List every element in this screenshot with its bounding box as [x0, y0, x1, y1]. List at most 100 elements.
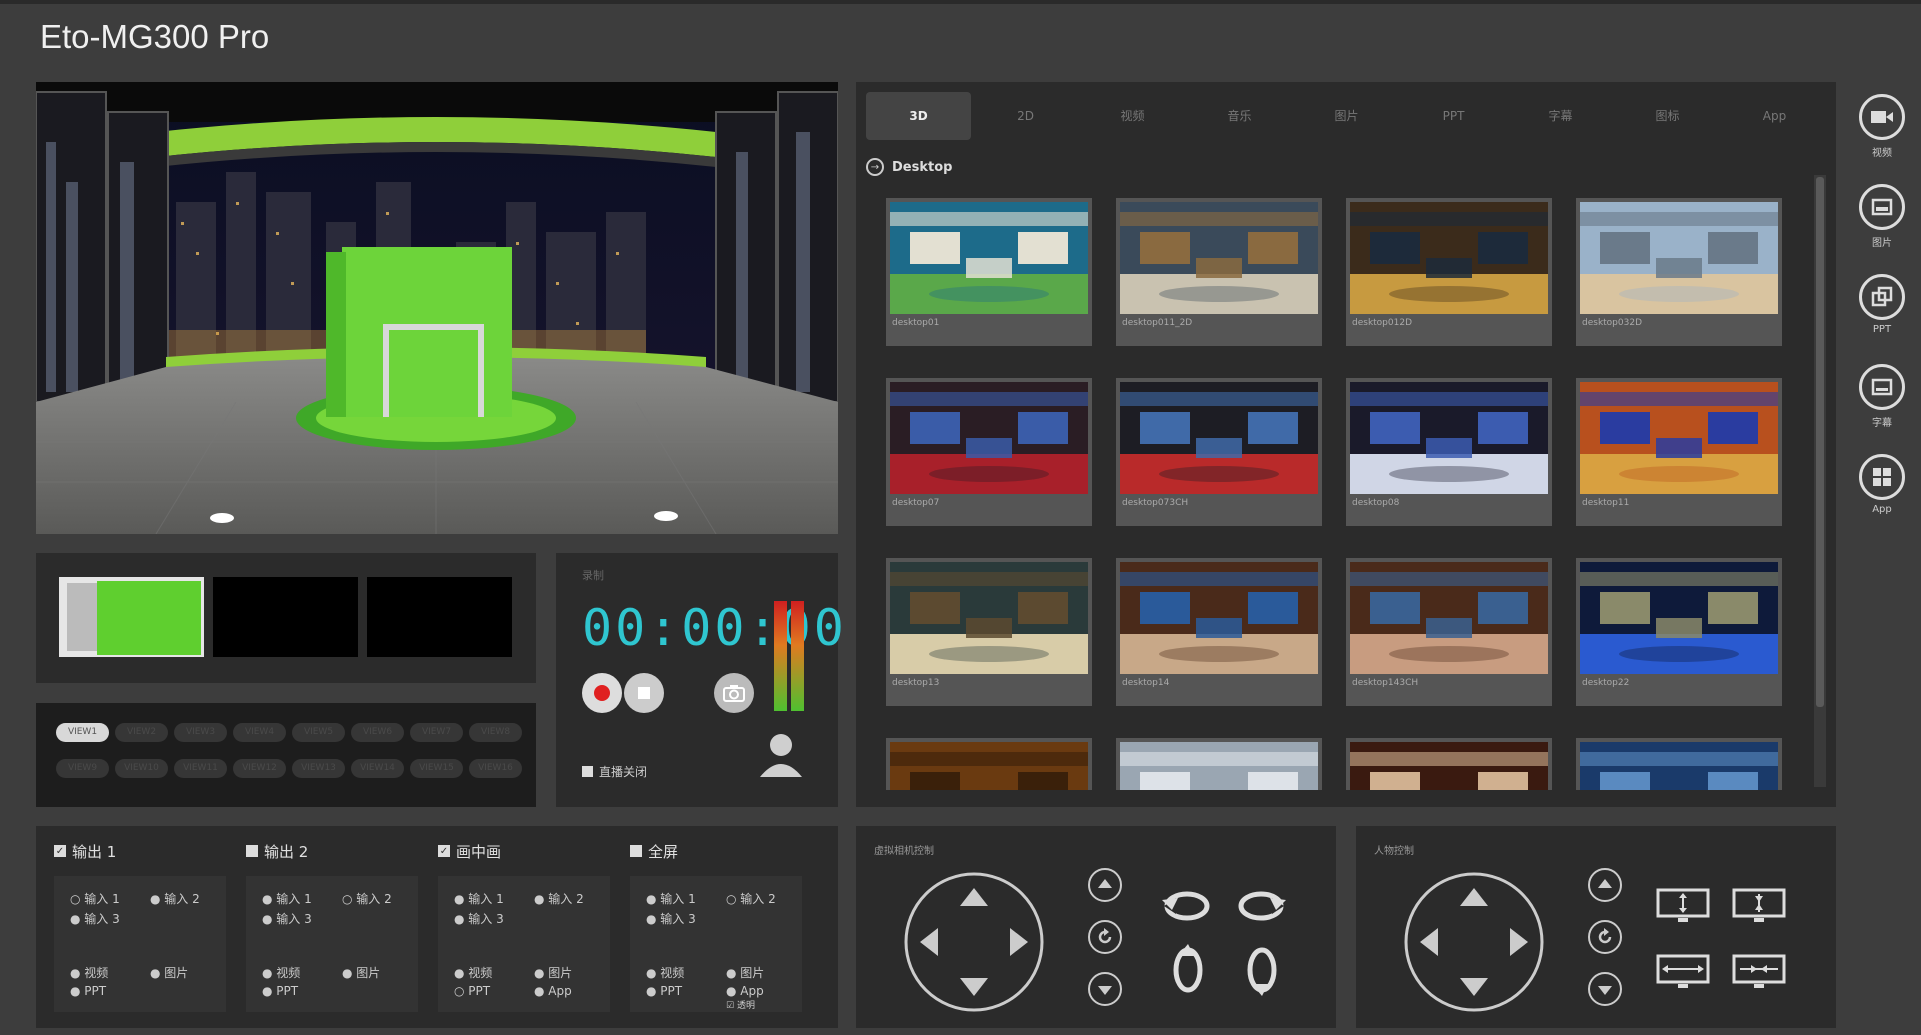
scene-card[interactable]: [886, 738, 1092, 790]
scene-card[interactable]: desktop14: [1116, 558, 1322, 706]
source-radio[interactable]: ● 图片: [726, 964, 764, 981]
tab-6[interactable]: 字幕: [1508, 92, 1613, 140]
person-reset-button[interactable]: [1588, 920, 1622, 954]
scene-card[interactable]: desktop22: [1576, 558, 1782, 706]
input-1-thumbnail[interactable]: [59, 577, 204, 657]
live-checkbox[interactable]: [582, 766, 593, 777]
input-3-thumbnail[interactable]: [367, 577, 512, 657]
scene-card[interactable]: desktop012D: [1346, 198, 1552, 346]
transparent-checkbox[interactable]: ☑ 透明: [726, 998, 755, 1011]
person-scale-down-button[interactable]: [1588, 972, 1622, 1006]
person-direction-pad[interactable]: [1402, 870, 1546, 1014]
source-radio[interactable]: ● 图片: [534, 964, 572, 981]
input-radio[interactable]: ● 输入 1: [262, 890, 312, 907]
sidebar-button-图片[interactable]: 图片: [1852, 184, 1912, 249]
view-preset-button[interactable]: VIEW3: [174, 723, 227, 742]
source-radio[interactable]: ● 视频: [646, 964, 684, 981]
sidebar-button-PPT[interactable]: PPT: [1852, 274, 1912, 335]
scene-card[interactable]: [1116, 738, 1322, 790]
view-preset-button[interactable]: VIEW8: [469, 723, 522, 742]
scene-card[interactable]: desktop11: [1576, 378, 1782, 526]
move-down-arrow-icon[interactable]: [1460, 978, 1488, 996]
view-preset-button[interactable]: VIEW10: [115, 759, 168, 778]
snapshot-button[interactable]: [714, 673, 754, 713]
source-radio[interactable]: ● App: [534, 984, 572, 998]
move-up-arrow-icon[interactable]: [1460, 888, 1488, 906]
source-radio[interactable]: ● 视频: [262, 964, 300, 981]
source-radio[interactable]: ● App: [726, 984, 764, 998]
scene-card[interactable]: desktop01: [886, 198, 1092, 346]
source-radio[interactable]: ○ PPT: [454, 984, 490, 998]
tab-8[interactable]: App: [1722, 92, 1827, 140]
record-button[interactable]: [582, 673, 622, 713]
scene-card[interactable]: desktop08: [1346, 378, 1552, 526]
input-radio[interactable]: ● 输入 2: [150, 890, 200, 907]
sidebar-button-字幕[interactable]: 字幕: [1852, 364, 1912, 429]
pan-left-arrow-icon[interactable]: [920, 928, 938, 956]
input-radio[interactable]: ● 输入 3: [454, 910, 504, 927]
source-radio[interactable]: ● PPT: [70, 984, 106, 998]
tilt-up-icon[interactable]: [1168, 944, 1208, 996]
tab-2[interactable]: 视频: [1080, 92, 1185, 140]
breadcrumb[interactable]: → Desktop: [866, 158, 952, 176]
pan-right-arrow-icon[interactable]: [1010, 928, 1028, 956]
input-radio[interactable]: ○ 输入 2: [726, 890, 776, 907]
tilt-down-icon[interactable]: [1242, 944, 1282, 996]
shrink-horizontal-monitor-icon[interactable]: [1732, 954, 1786, 990]
tab-7[interactable]: 图标: [1615, 92, 1720, 140]
input-radio[interactable]: ○ 输入 2: [342, 890, 392, 907]
view-preset-button[interactable]: VIEW4: [233, 723, 286, 742]
input-radio[interactable]: ○ 输入 1: [70, 890, 120, 907]
zoom-out-button[interactable]: [1088, 972, 1122, 1006]
view-preset-button[interactable]: VIEW16: [469, 759, 522, 778]
output-checkbox[interactable]: ✓: [54, 845, 66, 857]
tab-0[interactable]: 3D: [866, 92, 971, 140]
view-preset-button[interactable]: VIEW5: [292, 723, 345, 742]
scene-card[interactable]: desktop011_2D: [1116, 198, 1322, 346]
camera-reset-button[interactable]: [1088, 920, 1122, 954]
view-preset-button[interactable]: VIEW6: [351, 723, 404, 742]
move-right-arrow-icon[interactable]: [1510, 928, 1528, 956]
scene-card[interactable]: desktop143CH: [1346, 558, 1552, 706]
source-radio[interactable]: ● 视频: [454, 964, 492, 981]
shrink-vertical-monitor-icon[interactable]: [1732, 888, 1786, 924]
stretch-vertical-monitor-icon[interactable]: [1656, 888, 1710, 924]
output-checkbox[interactable]: [246, 845, 258, 857]
source-radio[interactable]: ● PPT: [262, 984, 298, 998]
pan-down-arrow-icon[interactable]: [960, 978, 988, 996]
tab-4[interactable]: 图片: [1294, 92, 1399, 140]
zoom-in-button[interactable]: [1088, 868, 1122, 902]
input-radio[interactable]: ● 输入 1: [454, 890, 504, 907]
camera-direction-pad[interactable]: [902, 870, 1046, 1014]
tab-3[interactable]: 音乐: [1187, 92, 1292, 140]
input-radio[interactable]: ● 输入 2: [534, 890, 584, 907]
library-scrollbar[interactable]: [1814, 175, 1826, 787]
scene-card[interactable]: desktop073CH: [1116, 378, 1322, 526]
live-toggle[interactable]: 直播关闭: [582, 763, 647, 780]
person-scale-up-button[interactable]: [1588, 868, 1622, 902]
stretch-horizontal-monitor-icon[interactable]: [1656, 954, 1710, 990]
sidebar-button-视频[interactable]: 视频: [1852, 94, 1912, 159]
input-radio[interactable]: ● 输入 3: [70, 910, 120, 927]
output-checkbox[interactable]: ✓: [438, 845, 450, 857]
source-radio[interactable]: ● 视频: [70, 964, 108, 981]
view-preset-button[interactable]: VIEW7: [410, 723, 463, 742]
view-preset-button[interactable]: VIEW9: [56, 759, 109, 778]
view-preset-button[interactable]: VIEW14: [351, 759, 404, 778]
rotate-left-icon[interactable]: [1162, 886, 1212, 926]
view-preset-button[interactable]: VIEW13: [292, 759, 345, 778]
source-radio[interactable]: ● 图片: [342, 964, 380, 981]
view-preset-button[interactable]: VIEW2: [115, 723, 168, 742]
scene-card[interactable]: [1576, 738, 1782, 790]
tab-1[interactable]: 2D: [973, 92, 1078, 140]
view-preset-button[interactable]: VIEW1: [56, 723, 109, 742]
scene-card[interactable]: desktop13: [886, 558, 1092, 706]
input-radio[interactable]: ● 输入 1: [646, 890, 696, 907]
output-checkbox[interactable]: [630, 845, 642, 857]
scene-card[interactable]: desktop032D: [1576, 198, 1782, 346]
move-left-arrow-icon[interactable]: [1420, 928, 1438, 956]
scene-card[interactable]: [1346, 738, 1552, 790]
input-2-thumbnail[interactable]: [213, 577, 358, 657]
input-radio[interactable]: ● 输入 3: [262, 910, 312, 927]
input-radio[interactable]: ● 输入 3: [646, 910, 696, 927]
